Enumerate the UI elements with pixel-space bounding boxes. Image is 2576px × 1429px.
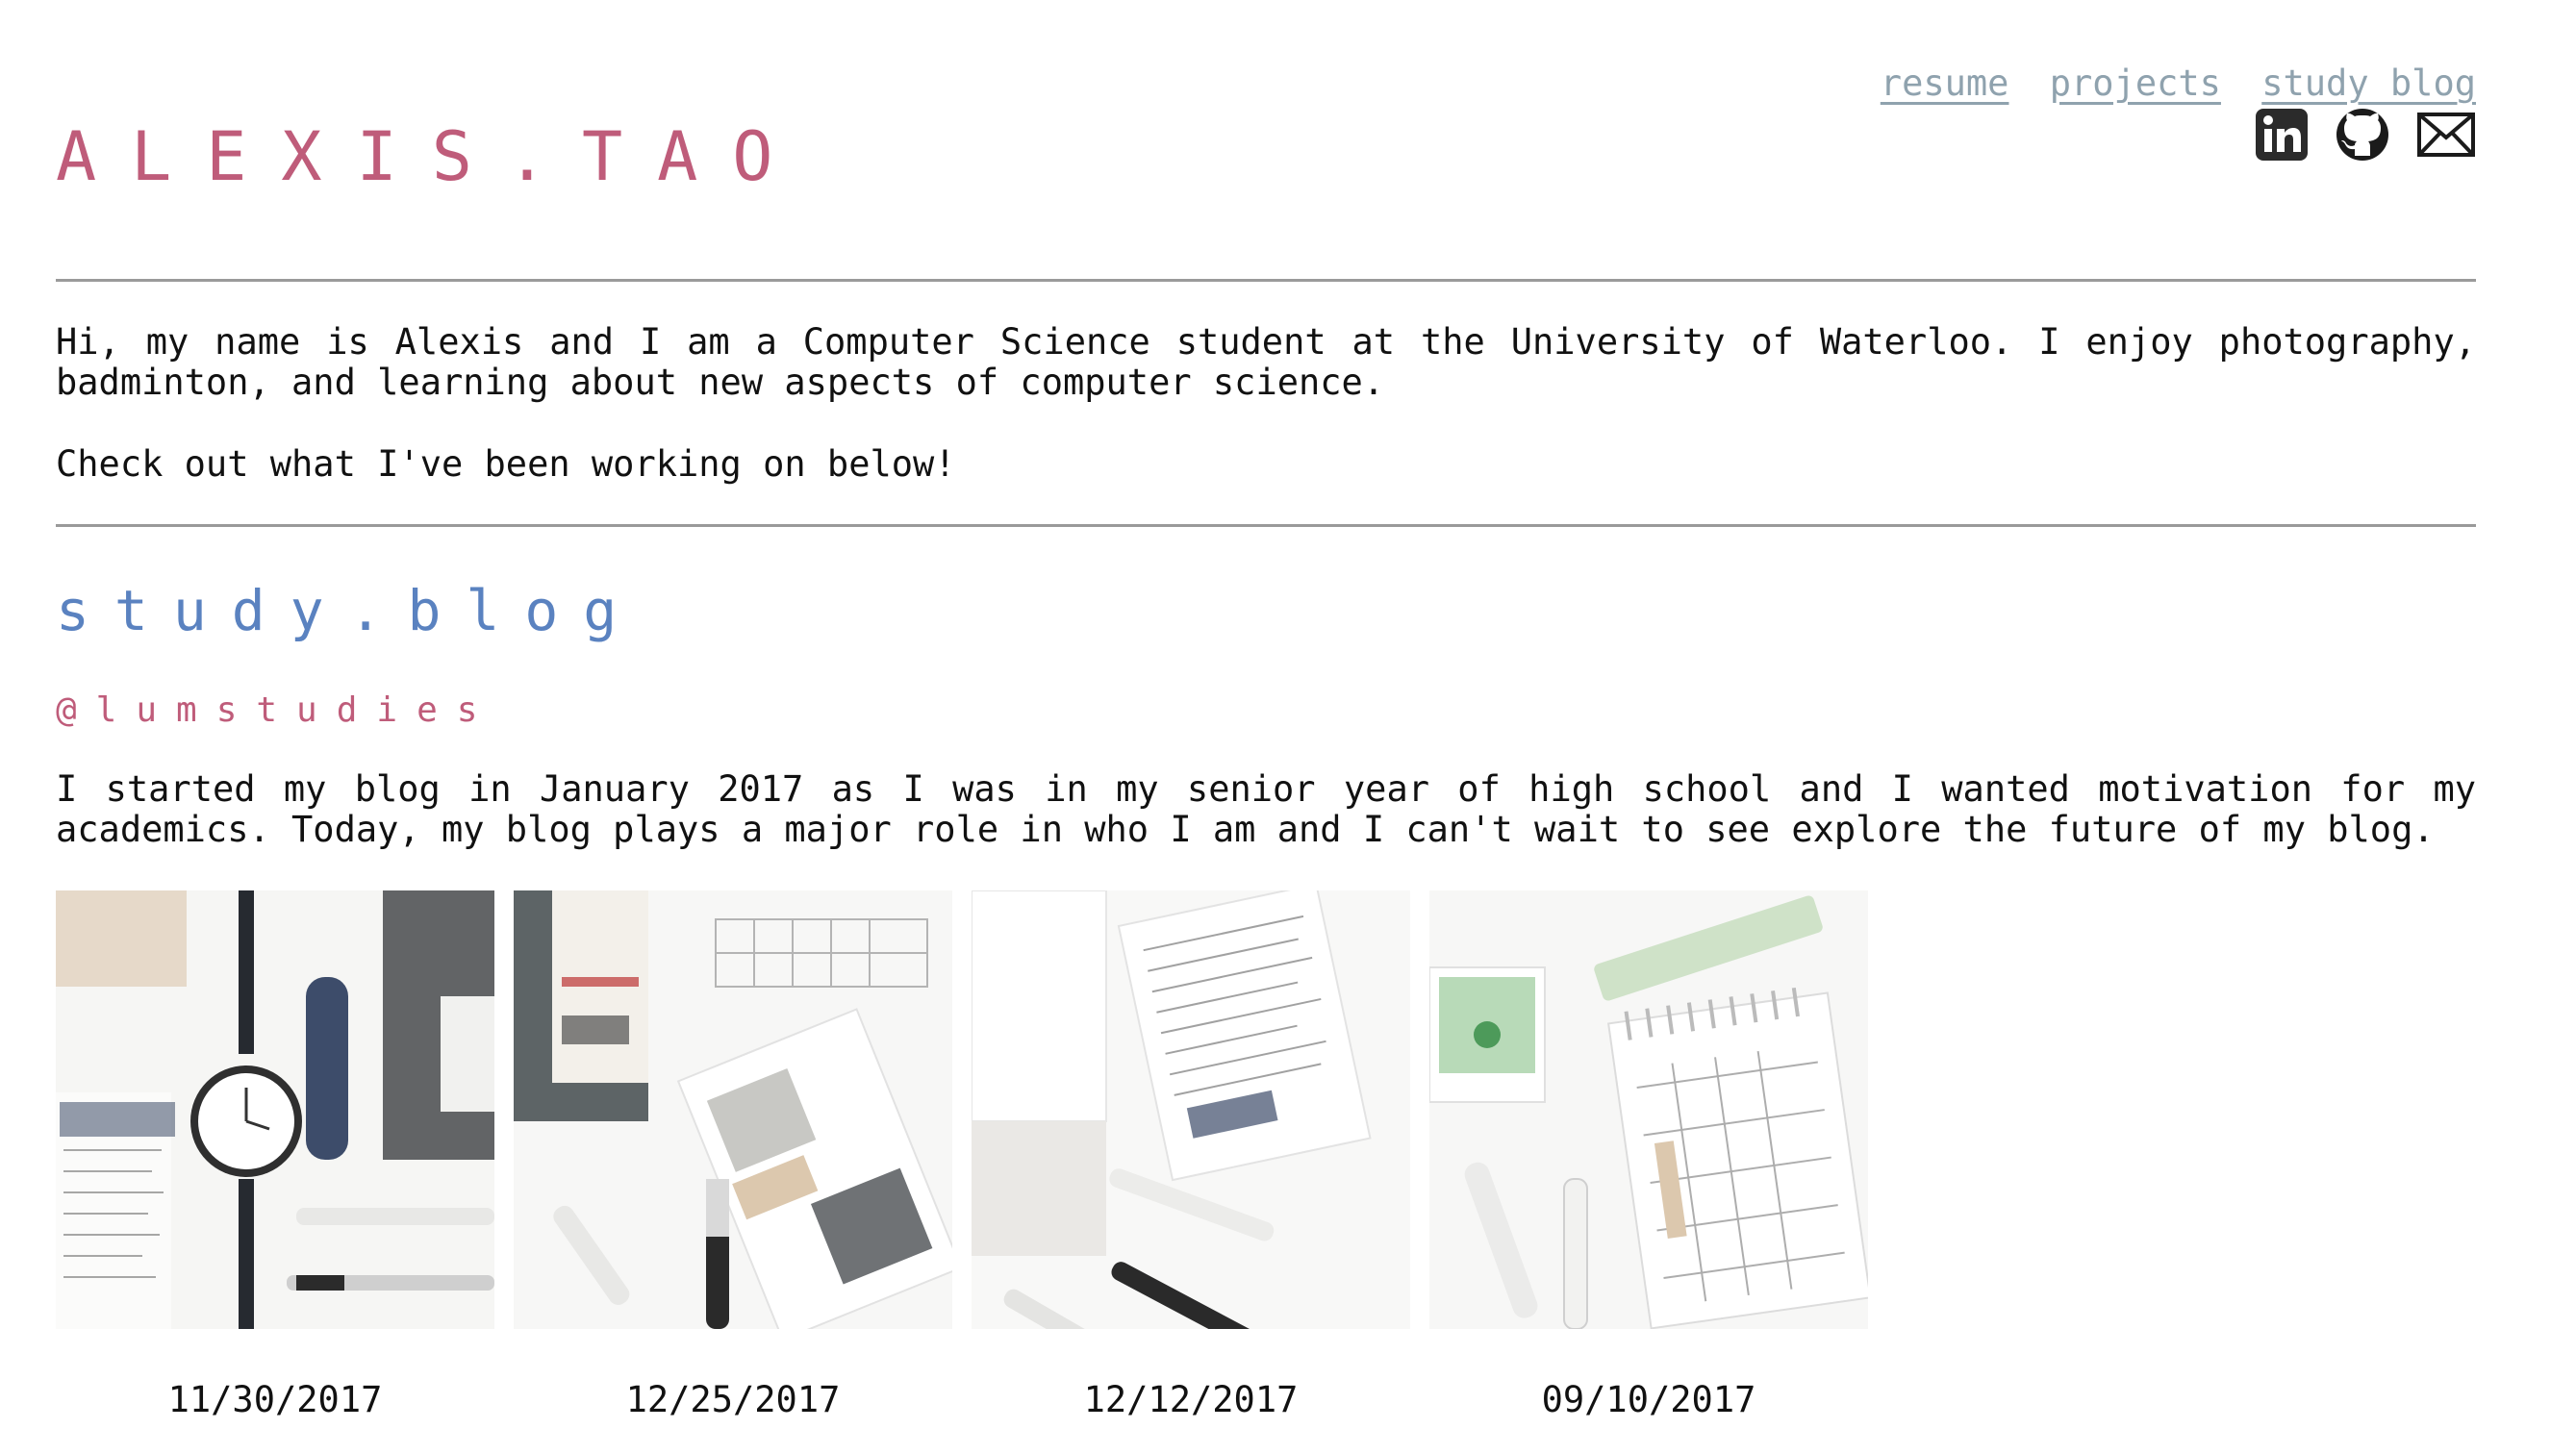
blog-description: I started my blog in January 2017 as I w… (56, 768, 2476, 850)
photo-gallery: 11/30/2017 12/25/2017 12/12/2017 09/10/2… (56, 890, 1868, 1421)
blog-handle[interactable]: @lumstudies (56, 689, 496, 733)
github-icon[interactable] (2336, 108, 2389, 165)
linkedin-icon[interactable] (2255, 108, 2309, 165)
post-photo[interactable] (514, 890, 952, 1329)
intro-paragraph: Hi, my name is Alexis and I am a Compute… (56, 321, 2476, 403)
post-photo[interactable] (56, 890, 494, 1329)
post-photo[interactable] (1429, 890, 1868, 1329)
social-links (2255, 108, 2476, 165)
post-photo[interactable] (972, 890, 1410, 1329)
post-date: 12/12/2017 (1083, 1379, 1299, 1420)
page: ALEXIS.TAO resume projects study blog Hi… (56, 0, 2476, 1429)
post-date: 11/30/2017 (167, 1379, 383, 1420)
nav-link-study-blog[interactable]: study blog (2261, 63, 2476, 104)
intro-cta: Check out what I've been working on belo… (56, 443, 956, 485)
divider-top (56, 279, 2476, 282)
top-nav: resume projects study blog (1861, 60, 2476, 108)
gallery-post: 12/25/2017 (514, 890, 952, 1421)
gallery-post: 11/30/2017 (56, 890, 494, 1421)
mail-icon[interactable] (2416, 111, 2476, 163)
divider-bottom (56, 524, 2476, 527)
section-title-study-blog: study.blog (56, 578, 643, 643)
post-date: 09/10/2017 (1541, 1379, 1756, 1420)
site-title: ALEXIS.TAO (56, 117, 808, 196)
post-date: 12/25/2017 (625, 1379, 841, 1420)
nav-link-projects[interactable]: projects (2050, 63, 2221, 104)
gallery-post: 09/10/2017 (1429, 890, 1868, 1421)
gallery-post: 12/12/2017 (972, 890, 1410, 1421)
nav-link-resume[interactable]: resume (1881, 63, 2009, 104)
